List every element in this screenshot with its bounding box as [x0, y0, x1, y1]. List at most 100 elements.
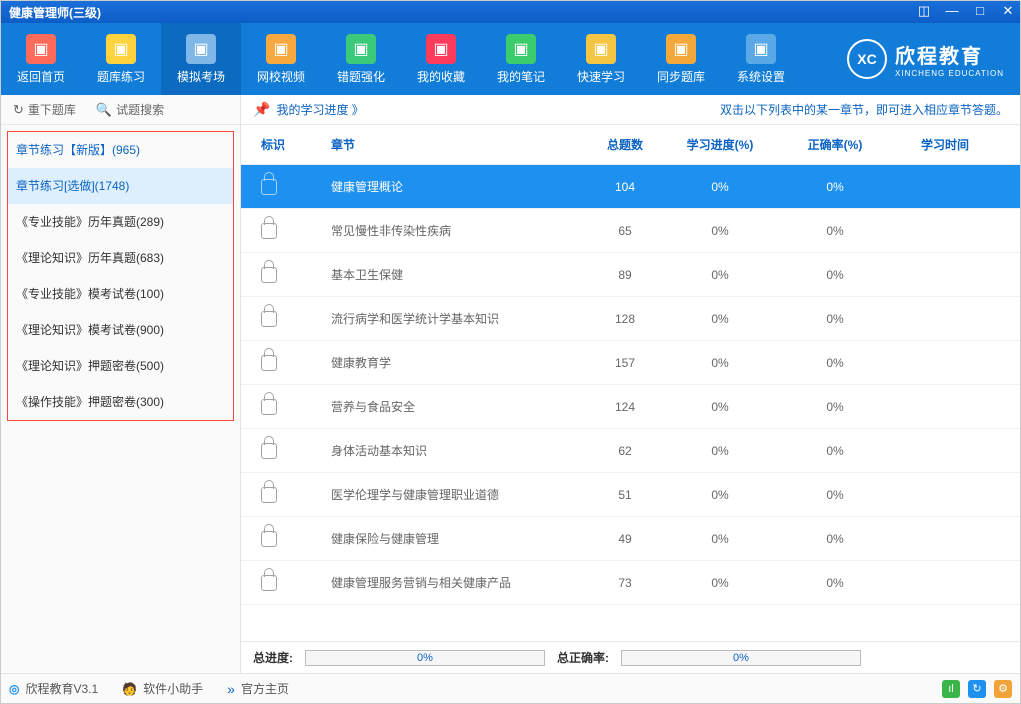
lock-icon	[261, 223, 277, 239]
progress-value: 0%	[660, 532, 780, 546]
progress-value: 0%	[660, 224, 780, 238]
sidebar-item[interactable]: 《专业技能》模考试卷(100)	[8, 276, 233, 312]
sync-icon: ▣	[666, 34, 696, 64]
minimize-button[interactable]: —	[944, 4, 960, 20]
accuracy-value: 0%	[780, 180, 890, 194]
nav-item-home[interactable]: ▣返回首页	[1, 23, 81, 95]
refresh-label: 重下题库	[28, 101, 76, 118]
nav-item-sim[interactable]: ▣模拟考场	[161, 23, 241, 95]
pin-button[interactable]: ◫	[916, 4, 932, 20]
total-count: 89	[590, 268, 660, 282]
set-icon: ▣	[746, 34, 776, 64]
nav-label: 同步题库	[657, 68, 705, 85]
total-count: 157	[590, 356, 660, 370]
table-row[interactable]: 常见慢性非传染性疾病650%0%	[241, 209, 1020, 253]
my-progress-link[interactable]: 📌 我的学习进度 》	[253, 101, 364, 118]
lock-icon	[261, 311, 277, 327]
sidebar-item[interactable]: 章节练习【新版】(965)	[8, 132, 233, 168]
search-icon: 🔍	[96, 102, 112, 118]
nav-item-video[interactable]: ▣网校视频	[241, 23, 321, 95]
maximize-button[interactable]: □	[972, 4, 988, 20]
nav-item-practice[interactable]: ▣题库练习	[81, 23, 161, 95]
nav-item-set[interactable]: ▣系统设置	[721, 23, 801, 95]
lock-icon	[261, 487, 277, 503]
nav-item-sync[interactable]: ▣ 同步题库	[641, 23, 721, 95]
progress-value: 0%	[660, 312, 780, 326]
brand-name: 欣程教育	[895, 46, 983, 68]
sidebar-item[interactable]: 《理论知识》模考试卷(900)	[8, 312, 233, 348]
nav-item-fast[interactable]: ▣ 快速学习	[561, 23, 641, 95]
progress-value: 0%	[660, 444, 780, 458]
lock-icon	[261, 179, 277, 195]
stats-button[interactable]: ıl	[942, 680, 960, 698]
total-count: 73	[590, 576, 660, 590]
practice-icon: ▣	[106, 34, 136, 64]
accuracy-value: 0%	[780, 576, 890, 590]
sidebar-item[interactable]: 《理论知识》押题密卷(500)	[8, 348, 233, 384]
close-button[interactable]: ✕	[1000, 4, 1016, 20]
settings-button[interactable]: ⚙	[994, 680, 1012, 698]
helper-link[interactable]: 🧑 软件小助手	[122, 680, 203, 697]
sidebar-item[interactable]: 《操作技能》押题密卷(300)	[8, 384, 233, 420]
progress-value: 0%	[660, 488, 780, 502]
chapter-name: 流行病学和医学统计学基本知识	[331, 310, 590, 327]
brand-logo-icon: XC	[847, 39, 887, 79]
refresh-questions-button[interactable]: ↻ 重下题库	[13, 101, 76, 118]
chapter-name: 医学伦理学与健康管理职业道德	[331, 486, 590, 503]
accuracy-value: 0%	[780, 224, 890, 238]
table-row[interactable]: 健康保险与健康管理490%0%	[241, 517, 1020, 561]
table-row[interactable]: 医学伦理学与健康管理职业道德510%0%	[241, 473, 1020, 517]
col-time: 学习时间	[890, 136, 1000, 153]
sidebar-item[interactable]: 章节练习[选做](1748)	[8, 168, 233, 204]
progress-value: 0%	[660, 268, 780, 282]
table-row[interactable]: 身体活动基本知识620%0%	[241, 429, 1020, 473]
table-row[interactable]: 健康管理服务营销与相关健康产品730%0%	[241, 561, 1020, 605]
sync-button[interactable]: ↻	[968, 680, 986, 698]
search-label: 试题搜索	[116, 101, 164, 118]
table-row[interactable]: 营养与食品安全1240%0%	[241, 385, 1020, 429]
lock-icon	[261, 575, 277, 591]
titlebar: 健康管理师(三级) ◫ — □ ✕	[1, 1, 1020, 23]
table-row[interactable]: 流行病学和医学统计学基本知识1280%0%	[241, 297, 1020, 341]
search-questions-button[interactable]: 🔍 试题搜索	[96, 101, 164, 118]
accuracy-value: 0%	[780, 356, 890, 370]
table-body: 健康管理概论1040%0%常见慢性非传染性疾病650%0%基本卫生保健890%0…	[241, 165, 1020, 641]
fast-icon: ▣	[586, 34, 616, 64]
total-count: 124	[590, 400, 660, 414]
lock-icon	[261, 355, 277, 371]
sim-icon: ▣	[186, 34, 216, 64]
progress-value: 0%	[660, 576, 780, 590]
sidebar-item[interactable]: 《专业技能》历年真题(289)	[8, 204, 233, 240]
nav-item-fav[interactable]: ▣我的收藏	[401, 23, 481, 95]
nav-label: 快速学习	[577, 68, 625, 85]
tip-text: 双击以下列表中的某一章节，即可进入相应章节答题。	[720, 101, 1008, 118]
chapter-name: 健康保险与健康管理	[331, 530, 590, 547]
sidebar-item[interactable]: 《理论知识》历年真题(683)	[8, 240, 233, 276]
total-count: 49	[590, 532, 660, 546]
nav-item-wrong[interactable]: ▣错题强化	[321, 23, 401, 95]
navbar: ▣返回首页▣题库练习▣模拟考场▣网校视频▣错题强化▣我的收藏▣我的笔记 ▣ 快速学习…	[1, 23, 1020, 95]
accuracy-value: 0%	[780, 444, 890, 458]
total-count: 51	[590, 488, 660, 502]
table-row[interactable]: 健康管理概论1040%0%	[241, 165, 1020, 209]
chapter-name: 健康管理服务营销与相关健康产品	[331, 574, 590, 591]
lock-icon	[261, 443, 277, 459]
statusbar: ◎ 欣程教育V3.1 🧑 软件小助手 » 官方主页 ıl ↻ ⚙	[1, 673, 1020, 703]
chapter-name: 营养与食品安全	[331, 398, 590, 415]
info-bar: 📌 我的学习进度 》 双击以下列表中的某一章节，即可进入相应章节答题。	[241, 95, 1020, 125]
home-icon: ▣	[26, 34, 56, 64]
col-progress: 学习进度(%)	[660, 136, 780, 153]
homepage-link[interactable]: » 官方主页	[227, 680, 289, 697]
col-chapter: 章节	[331, 136, 590, 153]
brand-subtitle: XINCHENG EDUCATION	[895, 69, 1004, 78]
total-progress-label: 总进度:	[253, 649, 293, 666]
total-accuracy-label: 总正确率:	[557, 649, 609, 666]
brand: XC 欣程教育 XINCHENG EDUCATION	[847, 39, 1004, 79]
nav-item-note[interactable]: ▣我的笔记	[481, 23, 561, 95]
accuracy-value: 0%	[780, 532, 890, 546]
table-row[interactable]: 基本卫生保健890%0%	[241, 253, 1020, 297]
lock-icon	[261, 531, 277, 547]
sidebar: ↻ 重下题库 🔍 试题搜索 章节练习【新版】(965)章节练习[选做](1748…	[1, 95, 241, 673]
table-row[interactable]: 健康教育学1570%0%	[241, 341, 1020, 385]
window-title: 健康管理师(三级)	[9, 4, 916, 21]
